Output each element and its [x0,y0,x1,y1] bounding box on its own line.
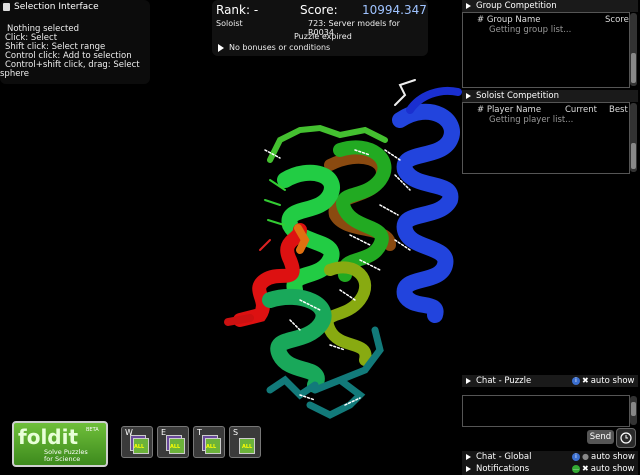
score-value: 10994.347 [362,3,427,17]
soloist-scrollbar[interactable] [630,103,637,172]
soloist-competition-header[interactable]: Soloist Competition [462,90,638,102]
selection-title: Selection Interface [14,2,99,12]
shake-all-button[interactable]: E ALL [157,426,189,458]
selection-icon [3,3,10,11]
chat-puzzle-input[interactable] [462,395,630,427]
expand-arrow-icon [466,465,471,472]
score-label: Score: [300,3,338,17]
notifications-header[interactable]: Notifications … ✖ auto show [462,463,638,475]
chat-global-header[interactable]: Chat - Global i ● auto show [462,451,638,463]
mode-label: Soloist [216,19,243,28]
selection-line: sphere [0,69,29,79]
group-col-name: # Group Name [477,15,541,25]
rank-label: Rank: - [216,3,259,17]
sidechain-all-button[interactable]: S ALL [229,426,261,458]
auto-show-label: auto show [590,464,635,474]
bonuses-toggle[interactable]: No bonuses or conditions [218,43,330,52]
group-loading: Getting group list... [489,25,572,35]
foldit-logo: foldit BETA Solve Puzzles for Science [12,421,108,467]
close-icon[interactable]: ● [582,451,589,463]
close-icon[interactable]: ✖ [582,463,589,475]
soloist-col-best: Best [609,105,628,115]
group-col-score: Score [605,15,629,25]
chat-puzzle-header[interactable]: Chat - Puzzle i ✖ auto show [462,375,638,387]
chat-bubble-icon[interactable]: … [572,464,580,473]
info-icon[interactable]: i [572,452,580,461]
soloist-col-name: # Player Name [477,105,542,115]
tweak-all-button[interactable]: T ALL [193,426,225,458]
send-button[interactable]: Send [587,430,614,444]
group-scrollbar[interactable] [630,13,637,86]
auto-show-label: auto show [590,376,635,386]
info-icon[interactable]: i [572,376,580,385]
clock-icon[interactable] [616,428,636,448]
expand-arrow-icon [466,453,471,460]
auto-show-label: auto show [590,452,635,462]
expand-arrow-icon [466,2,471,9]
expand-arrow-icon [466,92,471,99]
group-competition-list: # Group Name Score Getting group list... [462,12,630,88]
chat-scrollbar[interactable] [630,396,637,425]
close-icon[interactable]: ✖ [582,375,589,387]
soloist-competition-list: # Player Name Current Best Getting playe… [462,102,630,174]
selection-interface-panel: Selection Interface Nothing selected Cli… [0,0,150,84]
group-competition-header[interactable]: Group Competition [462,0,638,12]
soloist-loading: Getting player list... [489,115,574,125]
expand-arrow-icon [218,43,224,52]
soloist-col-current: Current [565,105,597,115]
expand-arrow-icon [466,377,471,384]
wiggle-all-button[interactable]: W ALL [121,426,153,458]
score-panel: Rank: - Score: 10994.347 Soloist 723: Se… [212,0,428,56]
puzzle-status: Puzzle expired [294,32,352,41]
